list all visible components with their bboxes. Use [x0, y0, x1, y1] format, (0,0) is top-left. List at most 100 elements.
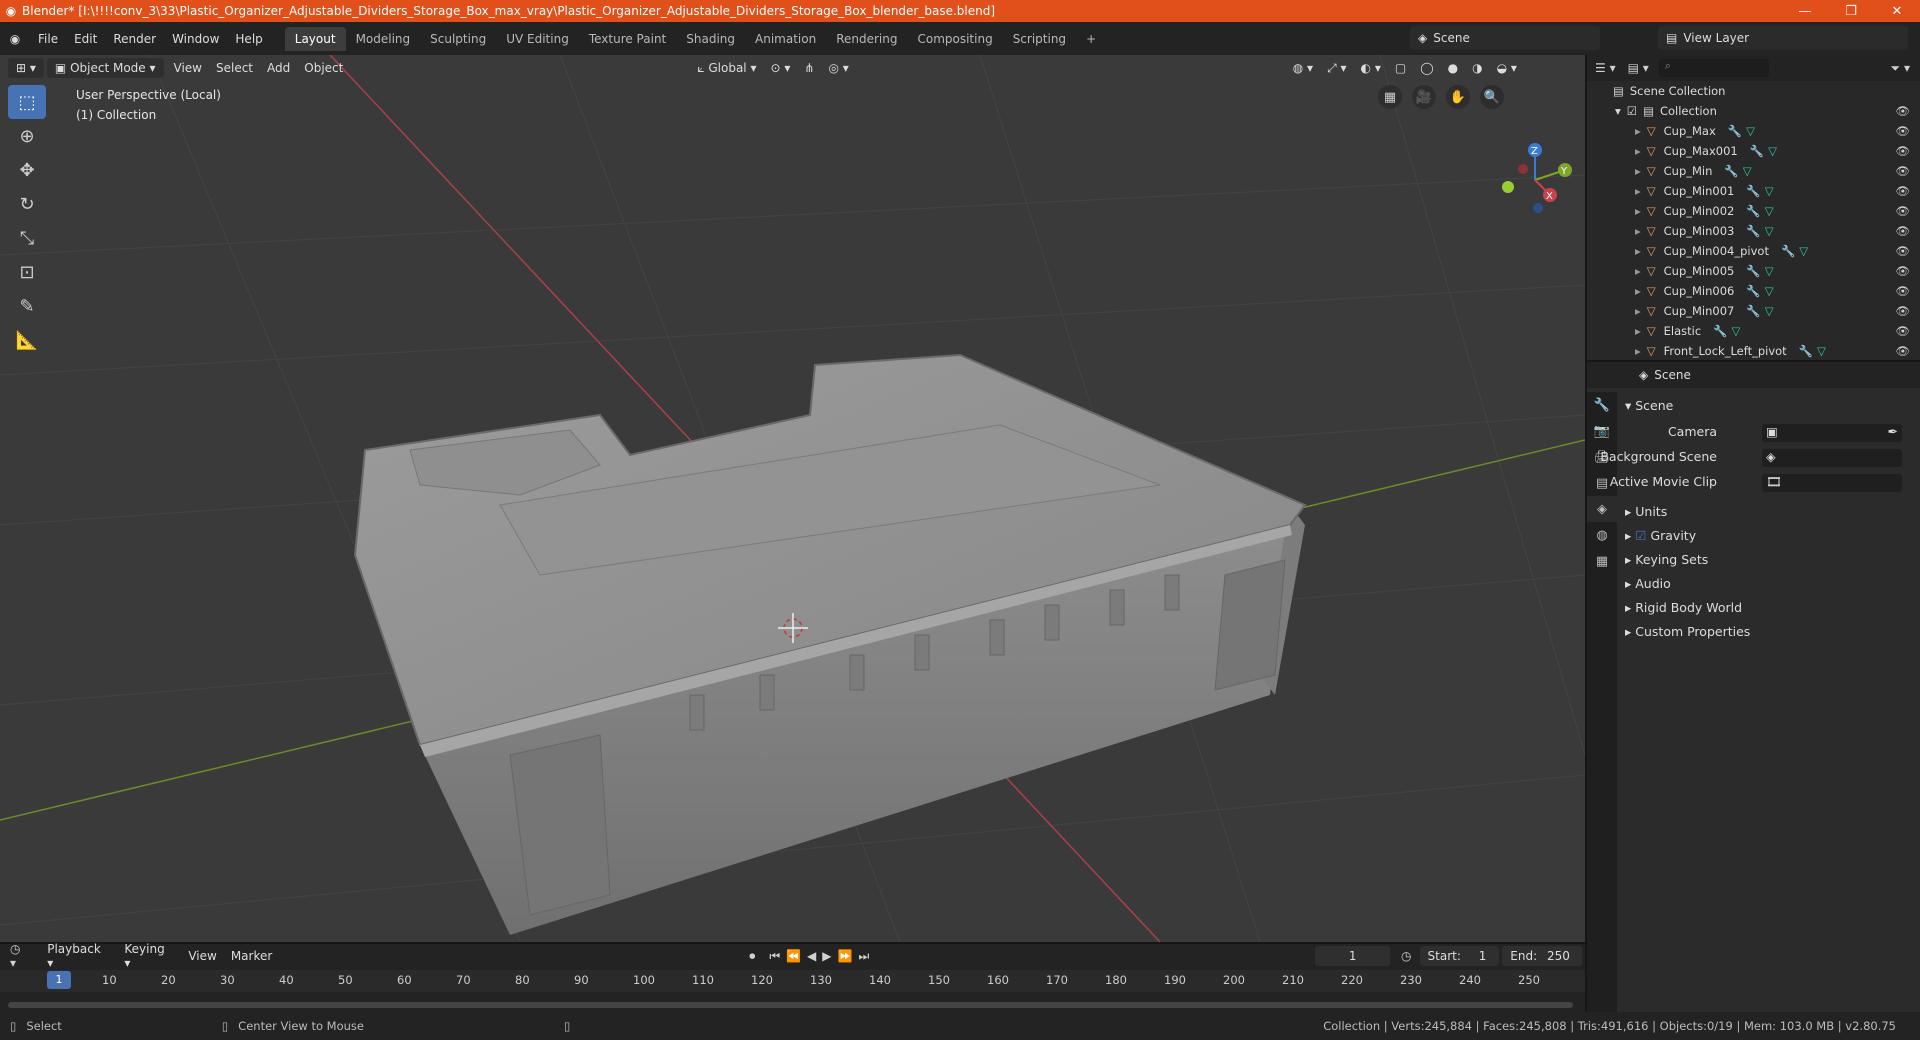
mesh-data-icon[interactable]: ▽: [1765, 264, 1774, 278]
end-frame-field[interactable]: End: 250: [1502, 946, 1583, 966]
view-layer-selector[interactable]: ▤ View Layer: [1658, 26, 1908, 50]
outliner-object-row[interactable]: ▸ ▽ Front_Lock_Left_pivot 🔧 ▽ 👁: [1587, 341, 1920, 361]
menu-help[interactable]: Help: [227, 32, 270, 46]
rigid-body-world-panel[interactable]: ▸ Rigid Body World: [1625, 600, 1915, 615]
modifier-wrench-icon[interactable]: 🔧: [1713, 324, 1727, 338]
tab-uv-editing[interactable]: UV Editing: [496, 27, 579, 51]
expand-arrow-icon[interactable]: ▸: [1635, 144, 1641, 158]
mesh-data-icon[interactable]: ▽: [1817, 344, 1826, 358]
pivot-point-icon[interactable]: ⊙ ▾: [763, 58, 797, 78]
tab-modeling[interactable]: Modeling: [346, 27, 421, 51]
units-panel[interactable]: ▸ Units: [1625, 504, 1915, 519]
outliner-object-row[interactable]: ▸ ▽ Cup_Min 🔧 ▽ 👁: [1587, 161, 1920, 181]
eye-icon[interactable]: 👁: [1895, 344, 1910, 358]
tab-compositing[interactable]: Compositing: [907, 27, 1002, 51]
gravity-panel[interactable]: ▸ ☑ Gravity: [1625, 528, 1915, 543]
frame-cursor[interactable]: 1: [47, 971, 71, 989]
outliner-editor-icon[interactable]: ☰ ▾: [1595, 61, 1616, 75]
start-frame-field[interactable]: Start: 1: [1419, 946, 1500, 966]
expand-arrow-icon[interactable]: ▸: [1635, 184, 1641, 198]
tab-texture-paint[interactable]: Texture Paint: [579, 27, 676, 51]
rendered-shading-icon[interactable]: ◒ ▾: [1490, 58, 1524, 78]
outliner-object-row[interactable]: ▸ ▽ Cup_Min002 🔧 ▽ 👁: [1587, 201, 1920, 221]
outliner-object-row[interactable]: ▸ ▽ Cup_Min006 🔧 ▽ 👁: [1587, 281, 1920, 301]
active-movie-clip-field[interactable]: 🎞: [1762, 474, 1902, 492]
wireframe-shading-icon[interactable]: ◯: [1413, 58, 1440, 78]
outliner-object-row[interactable]: ▸ ▽ Cup_Min001 🔧 ▽ 👁: [1587, 181, 1920, 201]
outliner-search-input[interactable]: ⌕: [1658, 59, 1769, 77]
visibility-icon[interactable]: ◍ ▾: [1286, 58, 1320, 78]
clock-icon[interactable]: ◷: [1401, 949, 1411, 963]
current-frame-field[interactable]: 1: [1315, 946, 1391, 966]
outliner-object-row[interactable]: ▸ ▽ Elastic 🔧 ▽ 👁: [1587, 321, 1920, 341]
grid-view-icon[interactable]: ▦: [1378, 85, 1402, 109]
outliner-object-row[interactable]: ▸ ▽ Cup_Min007 🔧 ▽ 👁: [1587, 301, 1920, 321]
transform-orientation-selector[interactable]: ⟀ Global ▾: [690, 58, 763, 79]
modifier-wrench-icon[interactable]: 🔧: [1746, 224, 1760, 238]
mesh-data-icon[interactable]: ▽: [1743, 164, 1752, 178]
expand-arrow-icon[interactable]: ▸: [1635, 124, 1641, 138]
menu-render[interactable]: Render: [105, 32, 164, 46]
viewport-menu-object[interactable]: Object: [297, 58, 350, 78]
menu-file[interactable]: File: [30, 32, 66, 46]
eye-icon[interactable]: 👁: [1895, 124, 1910, 138]
eye-icon[interactable]: 👁: [1895, 224, 1910, 238]
eye-icon[interactable]: 👁: [1895, 284, 1910, 298]
menu-edit[interactable]: Edit: [66, 32, 105, 46]
eye-icon[interactable]: 👁: [1895, 304, 1910, 318]
3d-viewport[interactable]: Z Y X ⊞ ▾ ▣ Object Mode ▾ View Select Ad…: [0, 55, 1585, 942]
modifier-wrench-icon[interactable]: 🔧: [1746, 264, 1760, 278]
expand-arrow-icon[interactable]: ▸: [1635, 264, 1641, 278]
outliner-object-row[interactable]: ▸ ▽ Cup_Min005 🔧 ▽ 👁: [1587, 261, 1920, 281]
outliner-object-row[interactable]: ▸ ▽ Cup_Max001 🔧 ▽ 👁: [1587, 141, 1920, 161]
keying-menu[interactable]: Keying ▾: [117, 939, 181, 973]
gizmo-toggle-icon[interactable]: ⤢ ▾: [1320, 58, 1353, 79]
eye-icon[interactable]: 👁: [1895, 264, 1910, 278]
world-tab-icon[interactable]: ◍: [1587, 522, 1617, 548]
marker-menu[interactable]: Marker: [224, 946, 279, 966]
menu-window[interactable]: Window: [164, 32, 227, 46]
rotate-tool-icon[interactable]: ↻: [8, 187, 46, 221]
mesh-data-icon[interactable]: ▽: [1799, 244, 1808, 258]
tool-tab-icon[interactable]: 🔧: [1587, 392, 1617, 418]
eyedropper-icon[interactable]: ✒: [1888, 424, 1898, 439]
filter-icon[interactable]: ⏷ ▾: [1891, 61, 1910, 76]
modifier-wrench-icon[interactable]: 🔧: [1746, 304, 1760, 318]
pan-hand-icon[interactable]: ✋: [1446, 85, 1470, 109]
overlays-icon[interactable]: ◐ ▾: [1354, 58, 1388, 78]
expand-arrow-icon[interactable]: ▸: [1635, 224, 1641, 238]
texture-tab-icon[interactable]: ▦: [1587, 548, 1617, 574]
move-tool-icon[interactable]: ✥: [8, 153, 46, 187]
mesh-data-icon[interactable]: ▽: [1746, 124, 1755, 138]
expand-arrow-icon[interactable]: ▸: [1635, 304, 1641, 318]
playback-menu[interactable]: Playback ▾: [40, 939, 117, 973]
background-scene-field[interactable]: ◈: [1762, 449, 1902, 467]
mesh-data-icon[interactable]: ▽: [1765, 304, 1774, 318]
expand-arrow-icon[interactable]: ▸: [1635, 324, 1641, 338]
timeline-ruler[interactable]: 1 10 20 30 40 50 60 70 80 90 100 110 120 130 140 150 16…: [0, 970, 1585, 992]
record-icon[interactable]: ⏺: [749, 949, 755, 964]
solid-shading-icon[interactable]: ●: [1441, 58, 1465, 78]
viewport-menu-add[interactable]: Add: [260, 58, 297, 78]
modifier-wrench-icon[interactable]: 🔧: [1746, 204, 1760, 218]
outliner-object-row[interactable]: ▸ ▽ Cup_Min004_pivot 🔧 ▽ 👁: [1587, 241, 1920, 261]
xray-icon[interactable]: ▢: [1388, 58, 1413, 78]
timeline-view-menu[interactable]: View: [181, 946, 223, 966]
keying-sets-panel[interactable]: ▸ Keying Sets: [1625, 552, 1915, 567]
mesh-data-icon[interactable]: ▽: [1768, 144, 1777, 158]
timeline-editor-icon[interactable]: ◷ ▾: [10, 942, 30, 970]
outliner-object-row[interactable]: ▸ ▽ Cup_Min003 🔧 ▽ 👁: [1587, 221, 1920, 241]
proportional-editing-icon[interactable]: ◎ ▾: [821, 58, 855, 78]
navigation-gizmo[interactable]: Z Y X: [1502, 143, 1572, 213]
measure-tool-icon[interactable]: 📐: [8, 323, 46, 357]
tab-layout[interactable]: Layout: [284, 26, 346, 51]
annotate-tool-icon[interactable]: ✎: [8, 289, 46, 323]
eye-icon[interactable]: 👁: [1895, 144, 1910, 158]
tab-sculpting[interactable]: Sculpting: [420, 27, 496, 51]
camera-view-icon[interactable]: 🎥: [1412, 85, 1436, 109]
mesh-data-icon[interactable]: ▽: [1765, 224, 1774, 238]
expand-arrow-icon[interactable]: ▸: [1635, 284, 1641, 298]
expand-arrow-icon[interactable]: ▸: [1635, 204, 1641, 218]
modifier-wrench-icon[interactable]: 🔧: [1724, 164, 1738, 178]
transform-tool-icon[interactable]: ⊡: [8, 255, 46, 289]
